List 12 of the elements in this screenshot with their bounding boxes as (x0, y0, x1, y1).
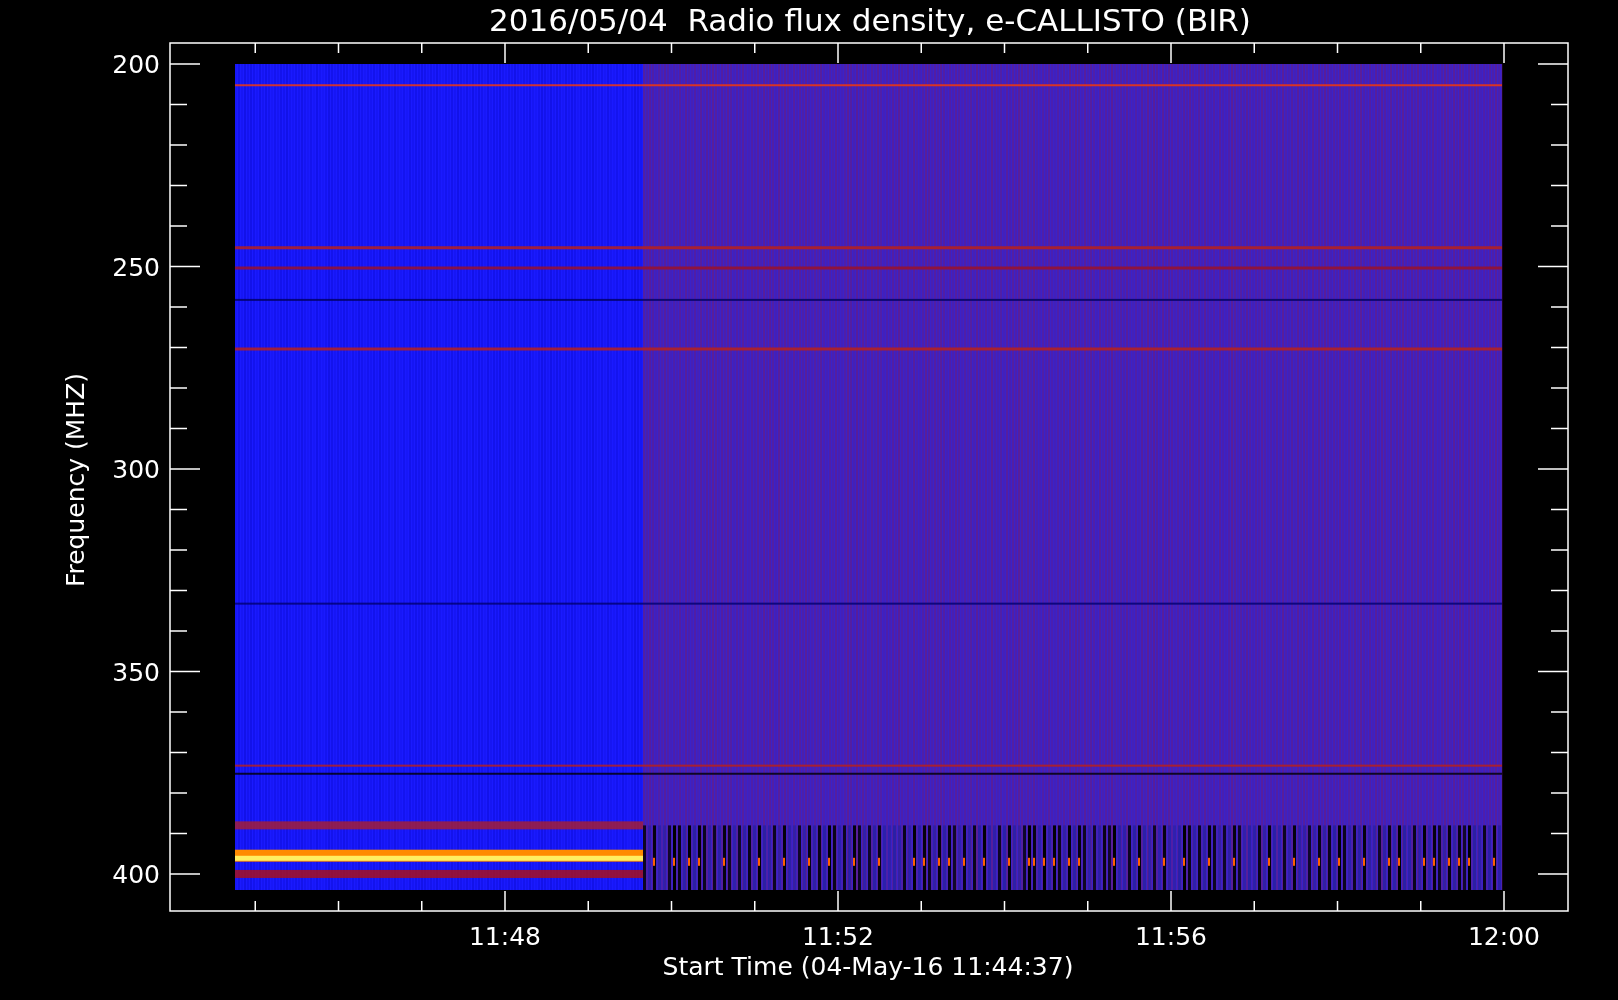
x-tick-label: 11:48 (469, 922, 541, 951)
x-tick-label: 11:56 (1135, 922, 1207, 951)
x-tick-label: 11:52 (802, 922, 874, 951)
y-tick-label: 250 (112, 252, 160, 282)
x-tick-label: 12:00 (1468, 922, 1540, 951)
y-tick-label: 200 (112, 50, 160, 79)
y-tick-label: 400 (112, 860, 160, 889)
y-axis-label: Frequency (MHZ) (61, 372, 90, 588)
chart-title: 2016/05/04 Radio flux density, e-CALLISTO (BIR) (489, 2, 1251, 38)
y-tick-label: 350 (112, 657, 160, 687)
x-axis-label: Start Time (04-May-16 11:44:37) (662, 952, 1074, 981)
y-tick-label: 300 (112, 455, 160, 484)
